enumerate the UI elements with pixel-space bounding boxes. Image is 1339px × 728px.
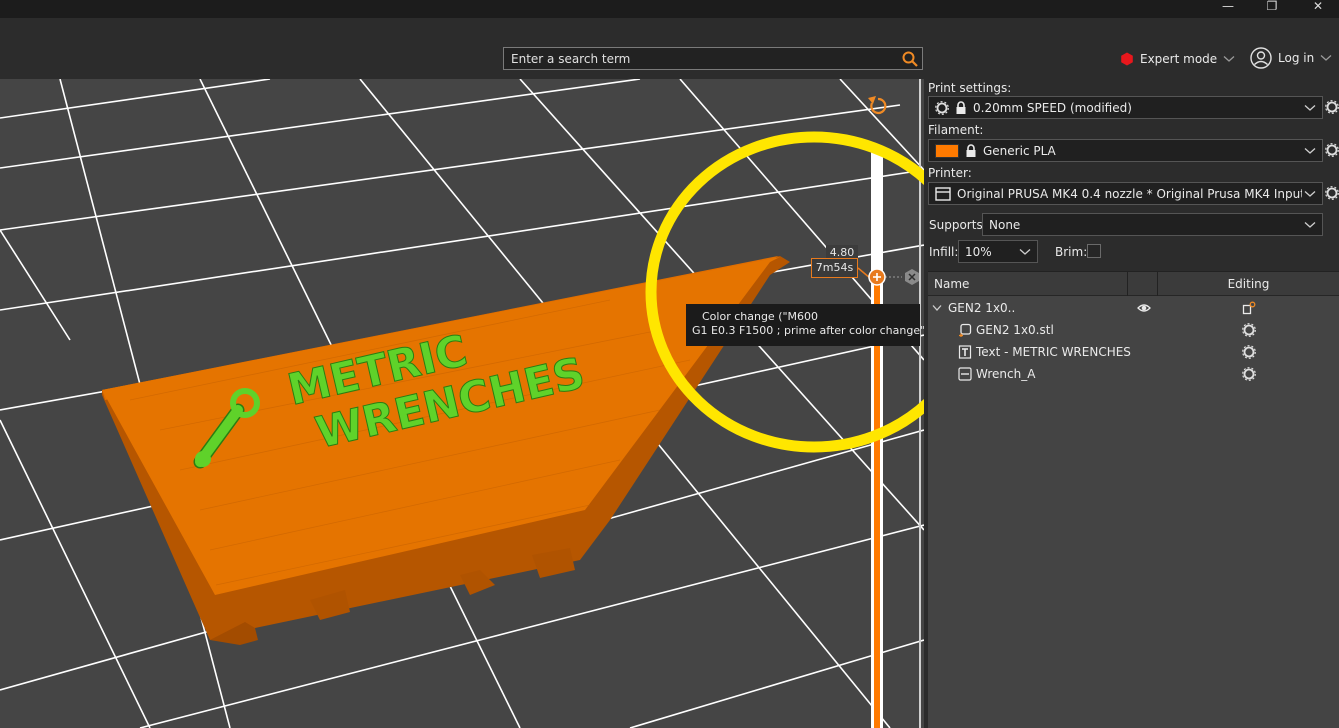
svg-part-icon [958, 367, 972, 381]
column-name[interactable]: Name [928, 272, 1128, 296]
settings-icon[interactable] [1242, 323, 1256, 337]
minimize-button[interactable]: — [1208, 0, 1248, 18]
grid-line [0, 229, 71, 341]
printer-icon [935, 186, 951, 201]
object-row-label: Text - METRIC WRENCHES [976, 345, 1131, 359]
column-editing[interactable]: Editing [1158, 272, 1339, 296]
search-icon[interactable] [901, 50, 919, 68]
user-icon [1250, 47, 1272, 69]
brim-label: Brim: [1055, 245, 1088, 259]
printer-label: Printer: [928, 166, 972, 180]
3d-viewport[interactable]: METRIC WRENCHES 4.80 7m54s Color change … [0, 79, 924, 728]
brim-checkbox[interactable] [1087, 244, 1101, 258]
login-button[interactable]: Log in [1250, 46, 1332, 70]
supports-value: None [989, 217, 1021, 232]
column-visibility[interactable] [1128, 272, 1158, 296]
infill-value: 10% [965, 244, 992, 259]
object-row[interactable]: GEN2 1x0.. [928, 297, 1339, 319]
object-row-label: Wrench_A [976, 367, 1036, 381]
print-settings-edit-icon[interactable] [1325, 100, 1339, 114]
print-settings-combo[interactable]: 0.20mm SPEED (modified) [928, 96, 1323, 119]
supports-combo[interactable]: None [982, 213, 1323, 236]
filament-edit-icon[interactable] [1325, 143, 1339, 157]
revert-icon [868, 96, 876, 104]
close-button[interactable]: ✕ [1298, 0, 1338, 18]
search-box[interactable] [503, 47, 923, 70]
build-plate-scene[interactable]: METRIC WRENCHES [0, 79, 924, 728]
grid-line [0, 104, 901, 231]
object-row-label: GEN2 1x0.. [948, 301, 1016, 315]
filament-color-swatch[interactable] [935, 143, 959, 158]
grid-line [0, 419, 151, 728]
grid-line [0, 169, 924, 311]
slider-fill [874, 282, 880, 728]
chevron-down-icon [1019, 249, 1031, 255]
layer-time-label: 7m54s [811, 258, 858, 278]
chevron-down-icon [1304, 222, 1316, 228]
lock-icon [956, 100, 966, 114]
grid-line [0, 79, 271, 119]
edit-object-icon[interactable] [1242, 301, 1256, 315]
search-input[interactable] [504, 48, 896, 69]
eye-icon[interactable] [1137, 301, 1151, 315]
chevron-down-icon [1304, 105, 1316, 111]
color-change-tooltip: Color change ("M600 G1 E0.3 F1500 ; prim… [686, 304, 924, 346]
object-list: Name Editing GEN2 1x0.. GEN2 1x0.stl Tex… [928, 271, 1339, 728]
chevron-down-icon [1223, 56, 1235, 62]
chevron-down-icon [1320, 55, 1332, 61]
object-row-label: GEN2 1x0.stl [976, 323, 1054, 337]
print-settings-value: 0.20mm SPEED (modified) [973, 100, 1132, 115]
gear-icon [935, 100, 949, 115]
printer-edit-icon[interactable] [1325, 186, 1339, 200]
object-row[interactable]: GEN2 1x0.stl [928, 319, 1339, 341]
top-toolbar: Expert mode Log in [0, 18, 1339, 79]
text-part-icon [958, 345, 972, 359]
expand-chevron-icon[interactable] [932, 304, 942, 312]
slider-connector [857, 267, 871, 279]
tooltip-line1: Color change ("M600 [702, 310, 819, 323]
object-row[interactable]: Text - METRIC WRENCHES [928, 341, 1339, 363]
mode-selector[interactable]: Expert mode [1120, 49, 1235, 69]
chevron-down-icon [1304, 148, 1316, 154]
mode-label: Expert mode [1140, 52, 1218, 66]
expert-mode-icon [1121, 52, 1133, 66]
printer-value: Original PRUSA MK4 0.4 nozzle * Original… [957, 186, 1302, 201]
object-row[interactable]: Wrench_A [928, 363, 1339, 385]
supports-label: Supports: [929, 218, 987, 232]
infill-combo[interactable]: 10% [958, 240, 1038, 263]
filament-combo[interactable]: Generic PLA [928, 139, 1323, 162]
chevron-down-icon [1304, 191, 1316, 197]
filament-value: Generic PLA [983, 143, 1056, 158]
login-label: Log in [1278, 51, 1315, 65]
settings-icon[interactable] [1242, 367, 1256, 381]
printer-combo[interactable]: Original PRUSA MK4 0.4 nozzle * Original… [928, 182, 1323, 205]
settings-icon[interactable] [1242, 345, 1256, 359]
lock-icon [966, 143, 976, 157]
object-list-header: Name Editing [928, 272, 1339, 296]
filament-label: Filament: [928, 123, 984, 137]
maximize-button[interactable]: ❐ [1252, 0, 1292, 18]
title-bar: — ❐ ✕ [0, 0, 1339, 18]
infill-label: Infill: [929, 245, 959, 259]
print-settings-label: Print settings: [928, 81, 1012, 95]
part-icon [959, 323, 972, 337]
tooltip-line2: G1 E0.3 F1500 ; prime after color change… [692, 324, 924, 337]
